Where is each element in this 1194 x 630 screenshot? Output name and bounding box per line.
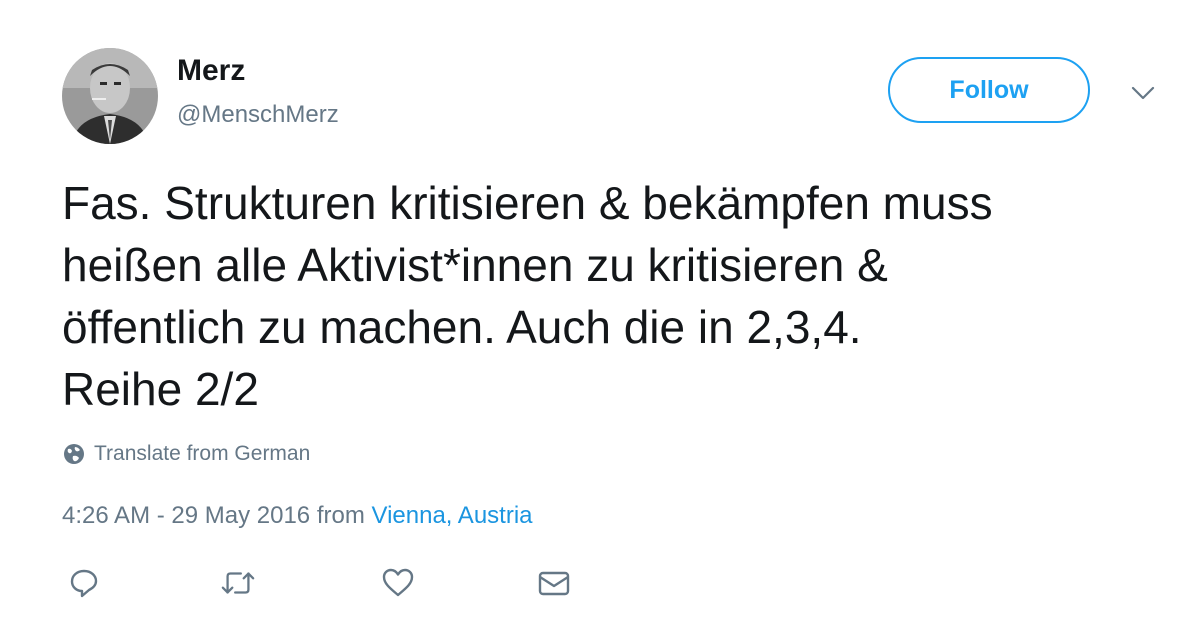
avatar[interactable]: [62, 48, 158, 144]
envelope-icon[interactable]: [536, 565, 572, 601]
globe-icon: [64, 444, 84, 464]
heart-icon[interactable]: [380, 565, 416, 601]
tweet-text: Fas. Strukturen kritisieren & bekämpfen …: [62, 177, 993, 415]
display-name[interactable]: Merz: [177, 54, 245, 88]
translate-link[interactable]: Translate from German: [63, 442, 310, 466]
from-label: from: [316, 502, 365, 529]
profile-photo: [62, 48, 158, 144]
timestamp[interactable]: 4:26 AM - 29 May 2016: [62, 502, 310, 529]
retweet-icon[interactable]: [220, 565, 256, 601]
chevron-down-icon[interactable]: [1130, 80, 1156, 106]
tweet-meta: 4:26 AM - 29 May 2016 from Vienna, Austr…: [62, 502, 533, 530]
follow-button[interactable]: Follow: [888, 57, 1090, 123]
tweet-actions: [0, 565, 700, 605]
translate-label: Translate from German: [94, 442, 311, 465]
location-link[interactable]: Vienna, Austria: [372, 502, 533, 529]
reply-icon[interactable]: [66, 565, 102, 601]
user-handle[interactable]: @MenschMerz: [177, 101, 339, 129]
